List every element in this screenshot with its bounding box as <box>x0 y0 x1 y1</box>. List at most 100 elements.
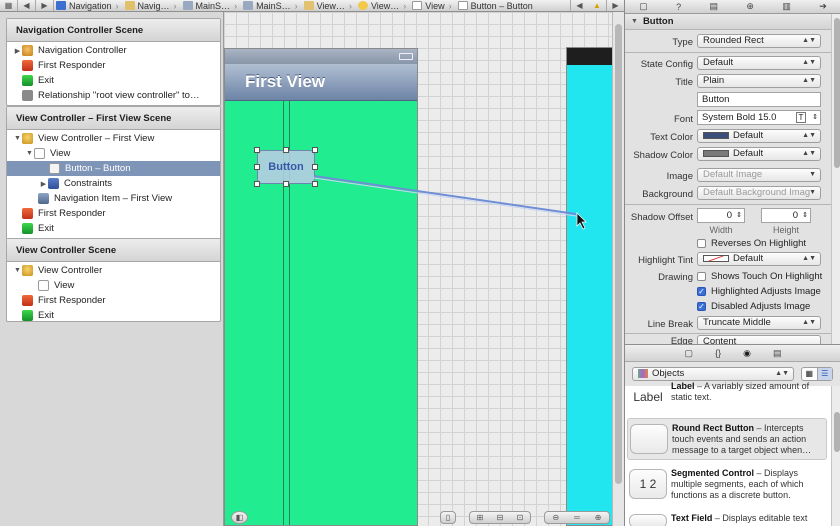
scrollbar-thumb[interactable] <box>834 412 840 452</box>
canvas-vertical-scrollbar[interactable] <box>612 12 624 526</box>
breadcrumb-group[interactable]: Navig… › <box>123 1 181 11</box>
view-controller-icon <box>22 265 33 276</box>
breadcrumb-storyboard[interactable]: MainS… › <box>181 1 242 11</box>
outline-row-constraints[interactable]: ▶ Constraints <box>7 176 220 191</box>
line-break-popup[interactable]: Truncate Middle ▲▼ <box>697 316 821 330</box>
font-field[interactable]: System Bold 15.0 T ⇕ <box>697 110 821 125</box>
size-inspector-icon[interactable]: ▥ <box>782 1 791 12</box>
storyboard-canvas[interactable]: First View Button <box>224 12 624 526</box>
scene-header[interactable]: Navigation Controller Scene <box>7 19 220 42</box>
outline-row-exit[interactable]: Exit <box>7 73 220 88</box>
background-combo[interactable]: Default Background Imag ▼ <box>697 186 821 200</box>
breadcrumb-view-controller[interactable]: View… › <box>356 1 410 11</box>
object-library-icon[interactable]: ◉ <box>743 348 751 359</box>
type-popup[interactable]: Rounded Rect ▲▼ <box>697 34 821 48</box>
outline-row-view[interactable]: ▼ View <box>7 146 220 161</box>
breadcrumb-button[interactable]: Button – Button <box>456 1 537 11</box>
zoom-fit-icon[interactable]: ═ <box>574 513 580 522</box>
outline-row-view[interactable]: View <box>7 278 220 293</box>
scene-header[interactable]: View Controller – First View Scene <box>7 107 220 130</box>
zoom-in-icon[interactable]: ⊕ <box>595 513 602 522</box>
library-item-segmented-control[interactable]: 1 2 Segmented Control – Displays multipl… <box>625 465 831 509</box>
disclosure-down-icon[interactable]: ▼ <box>13 135 22 142</box>
library-category-popup[interactable]: Objects ▲▼ <box>632 367 794 381</box>
code-snippet-library-icon[interactable]: {} <box>715 348 721 358</box>
library-scrollbar[interactable] <box>831 386 840 526</box>
connections-inspector-icon[interactable]: ➔ <box>819 1 827 12</box>
outline-row-button-selected[interactable]: Button – Button <box>7 161 220 176</box>
breadcrumb-scene[interactable]: View… › <box>302 1 356 11</box>
disclosure-right-icon[interactable]: ▶ <box>39 180 48 188</box>
shadow-width-field[interactable]: 0 ⇕ <box>697 208 745 223</box>
stepper-icon[interactable]: ⇕ <box>812 111 818 124</box>
scrollbar-thumb[interactable] <box>615 24 622 484</box>
show-outline-toggle-icon[interactable]: ◧ <box>231 511 248 524</box>
resolve-icon[interactable]: ⊡ <box>517 513 524 522</box>
layout-controls[interactable]: ⊞ ⊟ ⊡ <box>469 511 531 524</box>
outline-row-first-responder[interactable]: First Responder <box>7 293 220 308</box>
breadcrumb-storyboard-base[interactable]: MainS… › <box>241 1 302 11</box>
text-color-popup[interactable]: Default ▲▼ <box>697 129 821 143</box>
stepper-icon[interactable]: ⇕ <box>802 209 808 222</box>
pin-icon[interactable]: ⊟ <box>497 513 504 522</box>
state-config-popup[interactable]: Default ▲▼ <box>697 56 821 70</box>
media-library-icon[interactable]: ▤ <box>773 348 782 359</box>
align-icon[interactable]: ⊞ <box>477 513 484 522</box>
outline-row-relationship[interactable]: Relationship "root view controller" to… <box>7 88 220 103</box>
list-view-icon[interactable]: ☰ <box>817 368 832 380</box>
object-library-list[interactable]: Label Label – A variably sized amount of… <box>625 381 831 526</box>
edge-popup[interactable]: Content <box>697 335 821 344</box>
quick-help-icon[interactable]: ? <box>676 2 681 12</box>
highlight-tint-popup[interactable]: Default ▲▼ <box>697 252 821 266</box>
related-items-icon[interactable]: ▦ <box>0 0 18 11</box>
stepper-icon[interactable]: ⇕ <box>736 209 742 222</box>
reverses-on-highlight-checkbox[interactable]: Reverses On Highlight <box>697 238 806 249</box>
form-factor-icon[interactable]: ▯ <box>440 511 456 524</box>
shows-touch-checkbox[interactable]: Shows Touch On Highlight <box>697 271 822 282</box>
attributes-inspector-icon[interactable]: ⊕ <box>746 1 754 12</box>
disclosure-right-icon[interactable]: ▶ <box>13 47 22 55</box>
outline-row-navigation-item[interactable]: Navigation Item – First View <box>7 191 220 206</box>
identity-inspector-icon[interactable]: ▤ <box>710 1 719 12</box>
outline-row-exit[interactable]: Exit <box>7 221 220 236</box>
zoom-out-icon[interactable]: ⊖ <box>552 513 559 522</box>
scene-header[interactable]: View Controller Scene <box>7 239 220 262</box>
warning-icon[interactable]: ▲ <box>588 0 606 11</box>
shadow-height-field[interactable]: 0 ⇕ <box>761 208 811 223</box>
file-inspector-icon[interactable]: ▢ <box>639 1 648 12</box>
view-mode-toggle[interactable]: ▦ ☰ <box>801 367 833 381</box>
image-combo[interactable]: Default Image ▼ <box>697 168 821 182</box>
library-item-text-field[interactable]: Text Field – Displays editable text <box>625 510 831 526</box>
library-item-label[interactable]: Label Label – A variably sized amount of… <box>625 381 831 410</box>
outline-row-first-responder[interactable]: First Responder <box>7 58 220 73</box>
library-item-round-rect-button[interactable]: Round Rect Button – Intercepts touch eve… <box>627 418 827 460</box>
highlighted-adjusts-image-checkbox[interactable]: ✓ Highlighted Adjusts Image <box>697 286 821 297</box>
grid-view-icon[interactable]: ▦ <box>802 368 818 380</box>
title-type-popup[interactable]: Plain ▲▼ <box>697 74 821 88</box>
outline-row-view-controller[interactable]: ▼ View Controller <box>7 263 220 278</box>
title-text-field[interactable]: Button <box>697 92 821 107</box>
outline-row-view-controller-first-view[interactable]: ▼ View Controller – First View <box>7 131 220 146</box>
zoom-controls[interactable]: ⊖ ═ ⊕ <box>544 511 610 524</box>
disclosure-down-icon[interactable]: ▼ <box>631 18 638 25</box>
forward-arrow-icon[interactable]: ▶ <box>36 0 54 11</box>
outline-row-navigation-controller[interactable]: ▶ Navigation Controller <box>7 43 220 58</box>
scrollbar-thumb[interactable] <box>834 18 840 168</box>
breadcrumb-project[interactable]: Navigation › <box>54 1 123 11</box>
height-caption: Height <box>772 225 799 235</box>
shadow-color-popup[interactable]: Default ▲▼ <box>697 147 821 161</box>
disabled-adjusts-image-checkbox[interactable]: ✓ Disabled Adjusts Image <box>697 301 810 312</box>
inspector-section-header[interactable]: ▼ Button <box>625 14 833 30</box>
outline-row-exit[interactable]: Exit <box>7 308 220 323</box>
outline-row-first-responder[interactable]: First Responder <box>7 206 220 221</box>
issue-prev-icon[interactable]: ◀ <box>570 0 588 11</box>
disclosure-down-icon[interactable]: ▼ <box>13 267 22 274</box>
inspector-scrollbar[interactable] <box>831 14 840 344</box>
issue-next-icon[interactable]: ▶ <box>606 0 624 11</box>
breadcrumb-view[interactable]: View › <box>410 1 455 11</box>
back-arrow-icon[interactable]: ◀ <box>18 0 36 11</box>
font-picker-icon[interactable]: T <box>796 112 806 123</box>
color-swatch <box>703 131 729 139</box>
disclosure-down-icon[interactable]: ▼ <box>25 150 34 157</box>
file-template-library-icon[interactable]: ▢ <box>685 348 694 359</box>
